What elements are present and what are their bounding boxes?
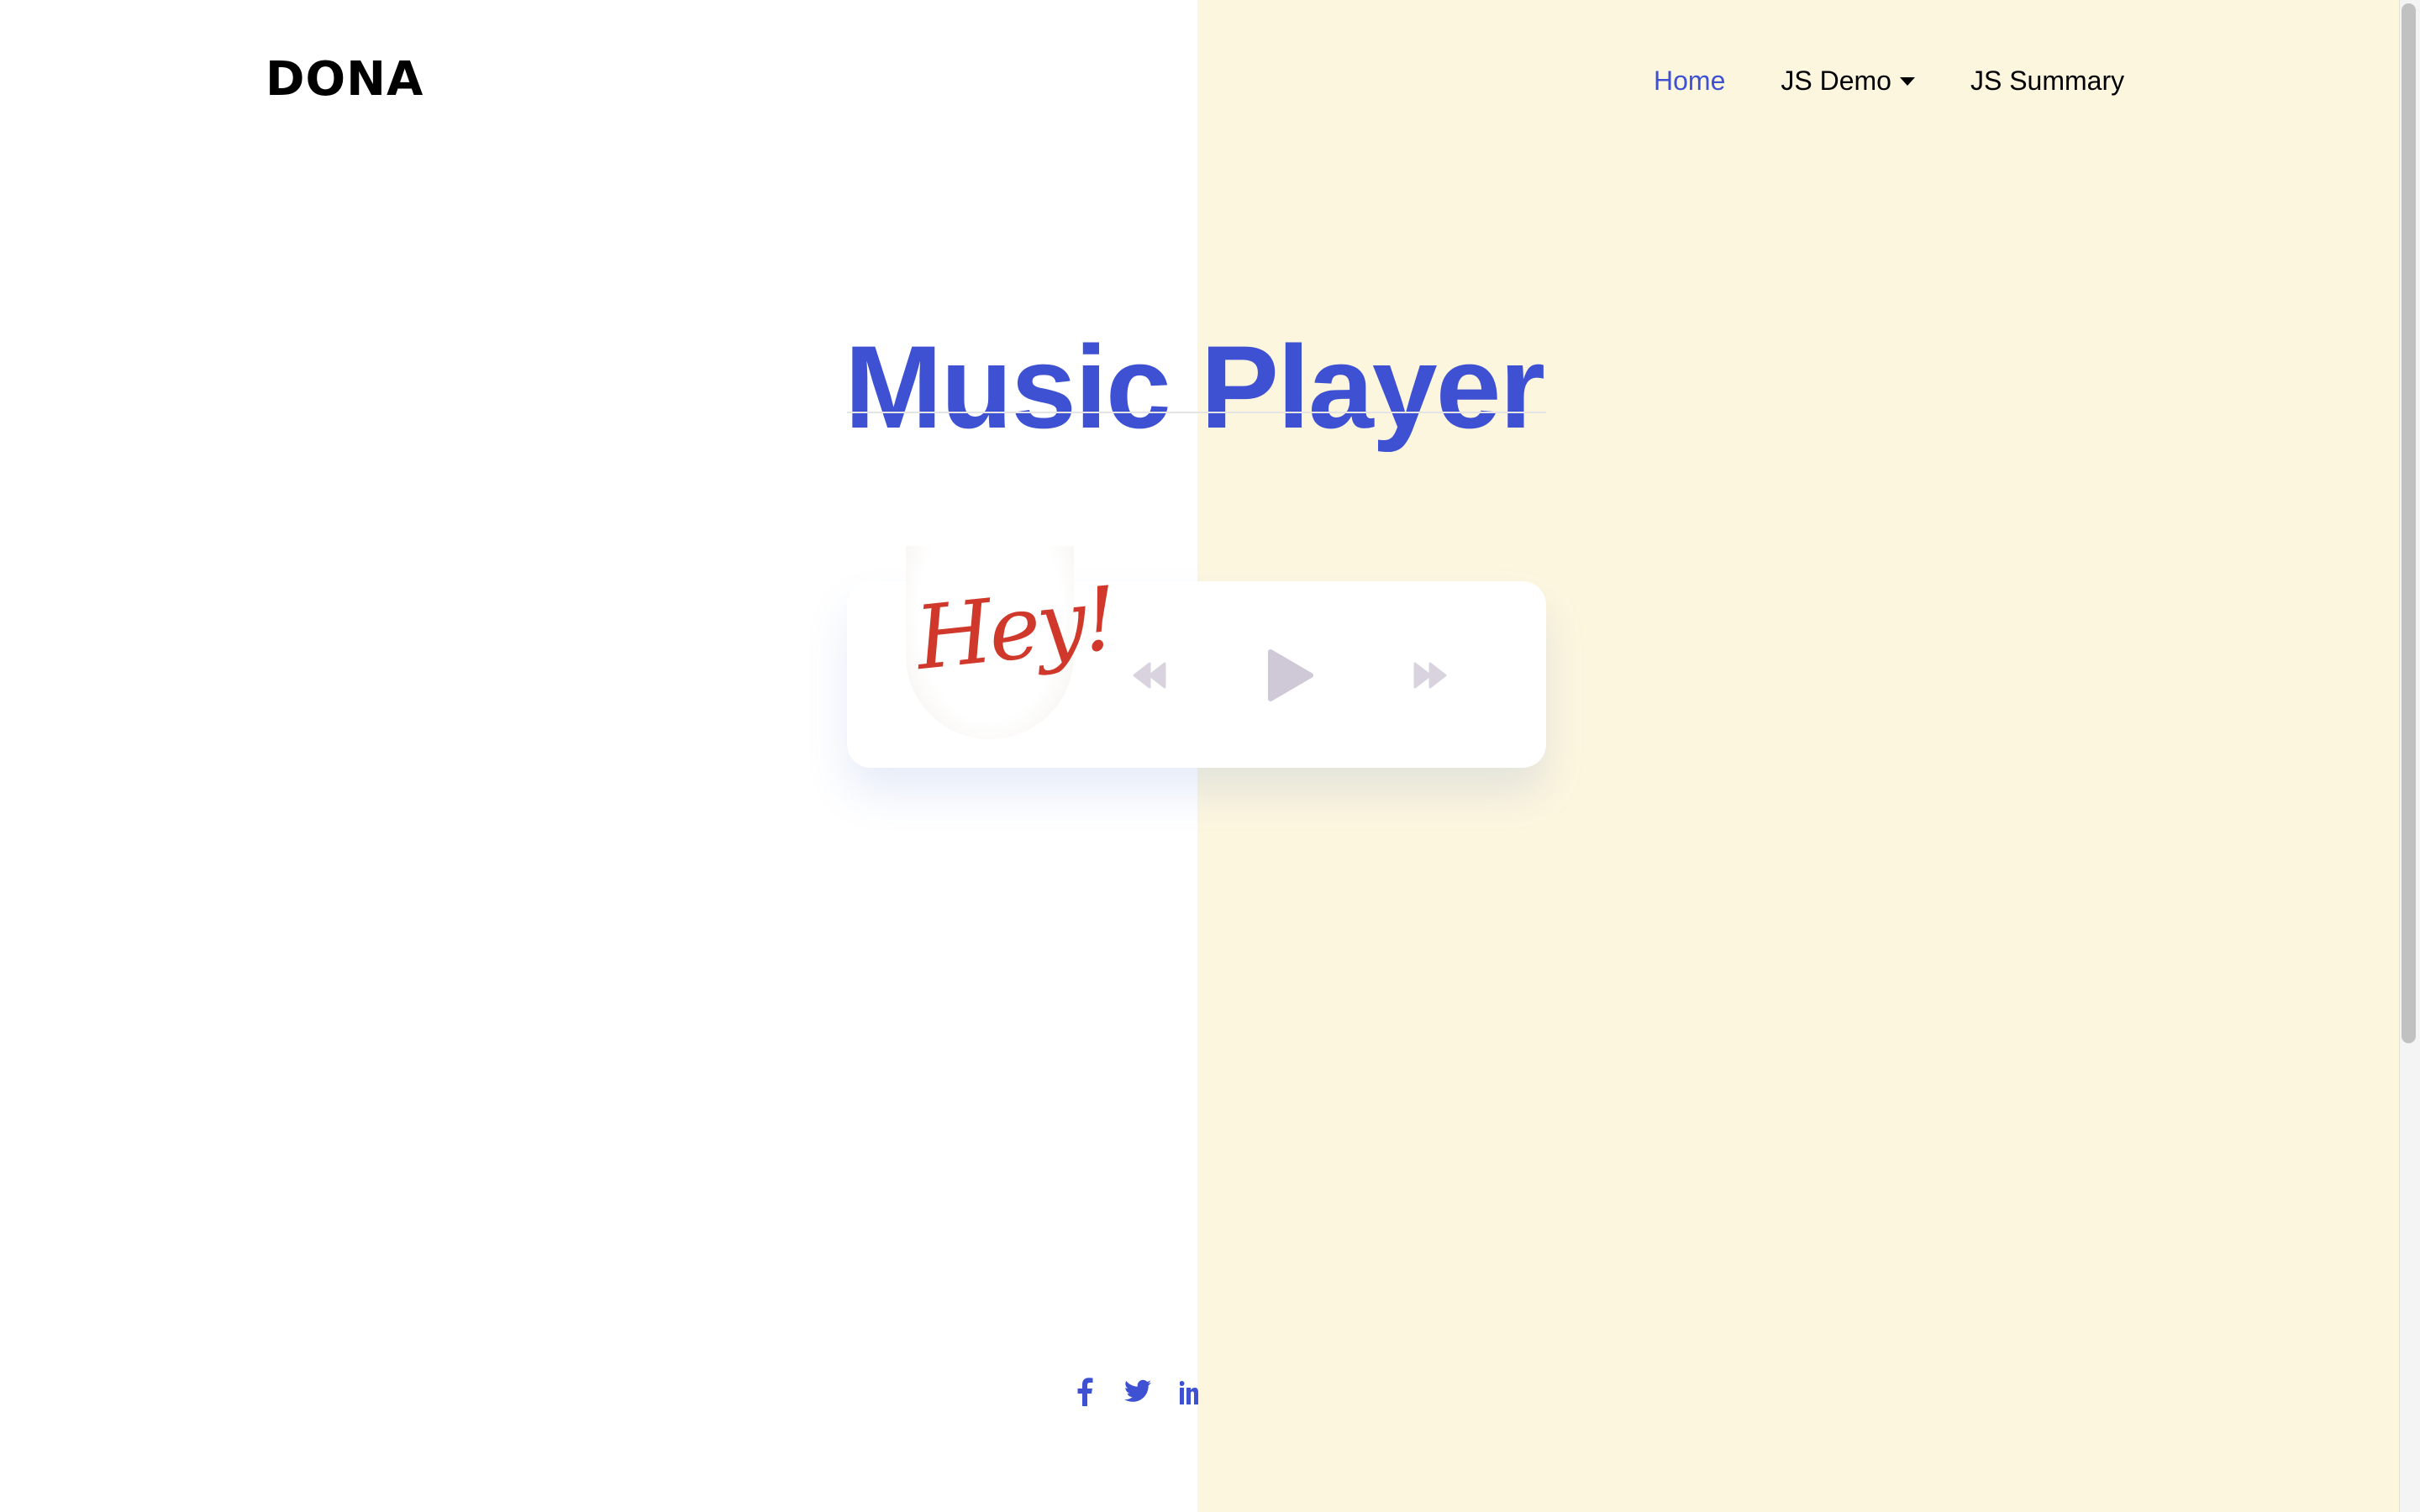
scrollbar-thumb[interactable]: [2402, 3, 2416, 1043]
facebook-icon: [1077, 1378, 1093, 1406]
title-divider: [847, 412, 1546, 413]
album-art-text: Hey!: [911, 566, 1120, 690]
fast-forward-button[interactable]: [1412, 662, 1449, 689]
main-nav: Home JS Demo JS Summary: [1654, 66, 2124, 97]
facebook-link[interactable]: [1076, 1378, 1093, 1406]
page-title: Music Player: [844, 320, 1545, 453]
rewind-icon: [1133, 662, 1166, 689]
rewind-button[interactable]: [1131, 662, 1168, 689]
nav-item-label: JS Summary: [1970, 66, 2125, 96]
nav-item-label: Home: [1654, 66, 1726, 96]
linkedin-icon: [1180, 1381, 1198, 1404]
twitter-link[interactable]: [1124, 1379, 1151, 1403]
linkedin-link[interactable]: [1180, 1381, 1198, 1404]
nav-item-home[interactable]: Home: [1654, 66, 1725, 97]
twitter-icon: [1124, 1379, 1151, 1402]
fast-forward-icon: [1413, 662, 1447, 689]
play-button[interactable]: [1265, 648, 1314, 702]
nav-item-label: JS Demo: [1781, 66, 1891, 96]
nav-item-js-summary[interactable]: JS Summary: [1970, 66, 2124, 97]
brand-logo[interactable]: DONA: [266, 52, 424, 107]
nav-item-js-demo[interactable]: JS Demo: [1781, 66, 1915, 97]
caret-down-icon: [1899, 76, 1915, 86]
play-icon: [1268, 649, 1313, 701]
